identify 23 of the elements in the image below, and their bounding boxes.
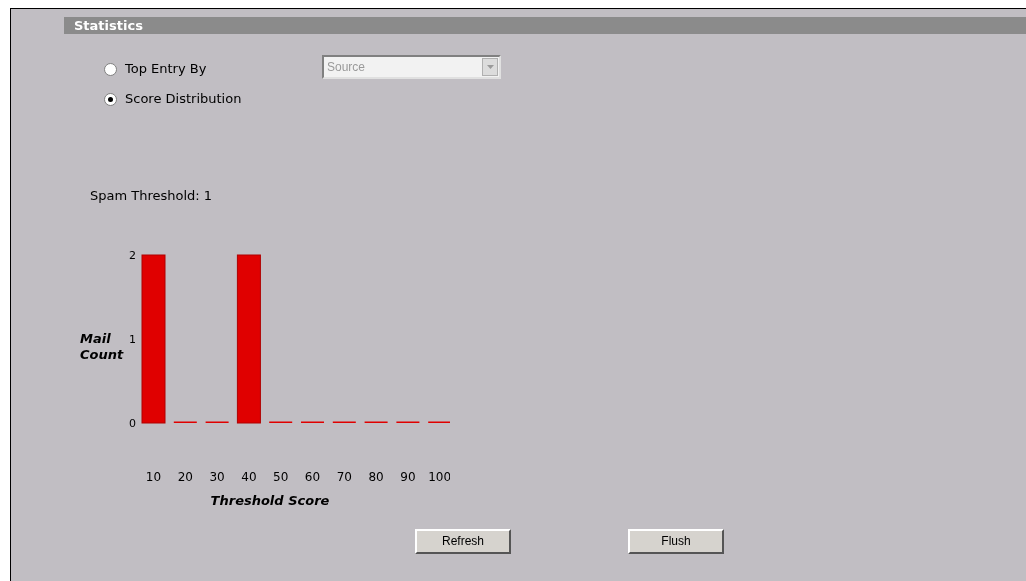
x-tick-label: 100 (428, 469, 450, 484)
x-axis-title: Threshold Score (210, 492, 330, 508)
y-tick-label: 2 (129, 248, 136, 262)
radio-button[interactable] (104, 92, 117, 106)
y-tick-label: 1 (129, 332, 136, 346)
radio-label: Top Entry By (125, 60, 207, 79)
y-tick-label: 0 (129, 416, 136, 430)
x-tick-label: 50 (273, 469, 289, 484)
x-tick-label: 90 (400, 469, 416, 484)
section-header: Statistics (64, 17, 1026, 34)
x-tick-label: 10 (145, 469, 162, 484)
y-axis-title: Mail Count (80, 330, 124, 362)
radio-button[interactable] (104, 62, 117, 76)
spam-threshold-text: Spam Threshold: 1 (90, 187, 213, 205)
x-tick-label: 70 (336, 469, 352, 484)
radio-label: Score Distribution (125, 90, 242, 109)
x-tick-label: 30 (209, 469, 225, 484)
x-tick-label: 20 (177, 469, 193, 484)
x-tick-label: 60 (304, 469, 321, 484)
action-button[interactable]: Refresh (415, 528, 511, 554)
x-tick-label: 80 (368, 469, 384, 484)
x-tick-label: 40 (241, 469, 257, 484)
action-button[interactable]: Flush (628, 528, 724, 554)
